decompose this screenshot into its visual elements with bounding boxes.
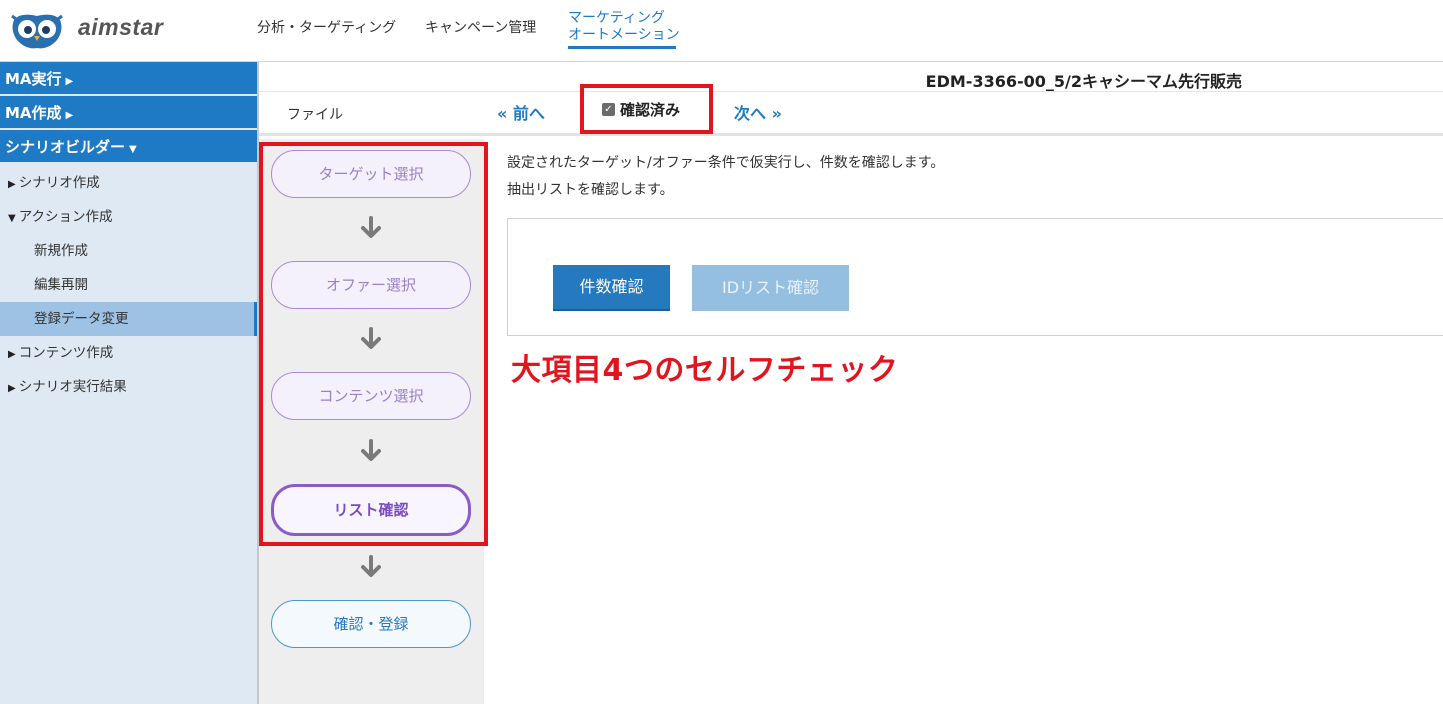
sidebar-item-scenario-result[interactable]: ▶ シナリオ実行結果 <box>0 370 257 404</box>
page-title: EDM-3366-00_5/2キャシーマム先行販売 <box>925 72 1242 91</box>
sidebar-item-label: MA作成 <box>5 104 62 122</box>
prev-link[interactable]: « 前へ <box>497 100 545 124</box>
sidebar-item-action-create[interactable]: ▼ アクション作成 <box>0 200 257 234</box>
steps-highlight-frame <box>259 142 488 546</box>
sidebar-item-scenario-create[interactable]: ▶ シナリオ作成 <box>0 166 257 200</box>
sidebar-item-label: MA実行 <box>5 70 62 88</box>
action-panel: 件数確認 IDリスト確認 <box>507 218 1443 336</box>
sidebar-item-label: アクション作成 <box>18 209 113 225</box>
step-confirm-register[interactable]: 確認・登録 <box>271 600 471 648</box>
title-bar: EDM-3366-00_5/2キャシーマム先行販売 <box>259 62 1443 92</box>
annotation-text: 大項目4つのセルフチェック <box>511 353 899 388</box>
caret-right-icon: ▶ <box>65 110 74 121</box>
confirmed-label[interactable]: 確認済み <box>620 99 680 120</box>
sidebar-item-new-create[interactable]: 新規作成 <box>0 234 257 268</box>
id-list-confirm-button[interactable]: IDリスト確認 <box>692 265 849 311</box>
sidebar-item-content-create[interactable]: ▶ コンテンツ作成 <box>0 336 257 370</box>
sidebar: MA実行 ▶ MA作成 ▶ シナリオビルダー ▼ ▶ シナリオ作成 ▼ アクション作成 新… <box>0 62 257 704</box>
confirmed-highlight-frame: ✓ 確認済み <box>580 84 713 134</box>
next-link[interactable]: 次へ » <box>734 100 782 124</box>
caret-down-icon: ▼ <box>129 144 137 155</box>
sidebar-item-label: シナリオ実行結果 <box>18 379 127 395</box>
count-confirm-button[interactable]: 件数確認 <box>553 265 670 311</box>
file-menu[interactable]: ファイル <box>287 104 343 124</box>
caret-right-icon: ▶ <box>8 383 16 394</box>
nav-marketing-automation[interactable]: マーケティング オートメーション <box>568 10 680 49</box>
description-line-2: 抽出リストを確認します。 <box>507 182 674 198</box>
caret-right-icon: ▶ <box>8 179 16 190</box>
sidebar-item-label: コンテンツ作成 <box>18 345 114 361</box>
sidebar-item-label: シナリオ作成 <box>18 175 100 191</box>
owl-icon <box>11 14 63 49</box>
sidebar-item-data-change[interactable]: 登録データ変更 <box>0 302 257 336</box>
nav-campaign-management[interactable]: キャンペーン管理 <box>425 17 536 37</box>
sidebar-item-ma-create[interactable]: MA作成 ▶ <box>0 96 257 130</box>
sidebar-item-edit-resume[interactable]: 編集再開 <box>0 268 257 302</box>
caret-down-icon: ▼ <box>8 213 16 224</box>
confirmed-checkbox[interactable]: ✓ <box>602 103 615 116</box>
logo-text: aimstar <box>78 14 164 40</box>
description: 設定されたターゲット/オファー条件で仮実行し、件数を確認します。 抽出リストを確… <box>507 150 944 204</box>
arrow-down-icon <box>361 555 381 577</box>
nav-analysis-targeting[interactable]: 分析・ターゲティング <box>257 17 396 37</box>
sidebar-item-scenario-builder[interactable]: シナリオビルダー ▼ <box>0 130 257 164</box>
sidebar-item-label: シナリオビルダー <box>5 138 126 156</box>
sidebar-item-ma-run[interactable]: MA実行 ▶ <box>0 62 257 96</box>
caret-right-icon: ▶ <box>8 349 16 360</box>
nav-ma-line2: オートメーション <box>568 27 680 43</box>
aimstar-logo[interactable]: aimstar <box>10 8 180 49</box>
toolbar: ファイル « 前へ ✓ 確認済み 次へ » <box>259 84 1443 136</box>
nav-ma-line1: マーケティング <box>568 10 665 26</box>
description-line-1: 設定されたターゲット/オファー条件で仮実行し、件数を確認します。 <box>507 155 945 171</box>
caret-right-icon: ▶ <box>65 76 74 87</box>
top-header: aimstar 分析・ターゲティング キャンペーン管理 マーケティング オートメ… <box>0 0 1443 62</box>
